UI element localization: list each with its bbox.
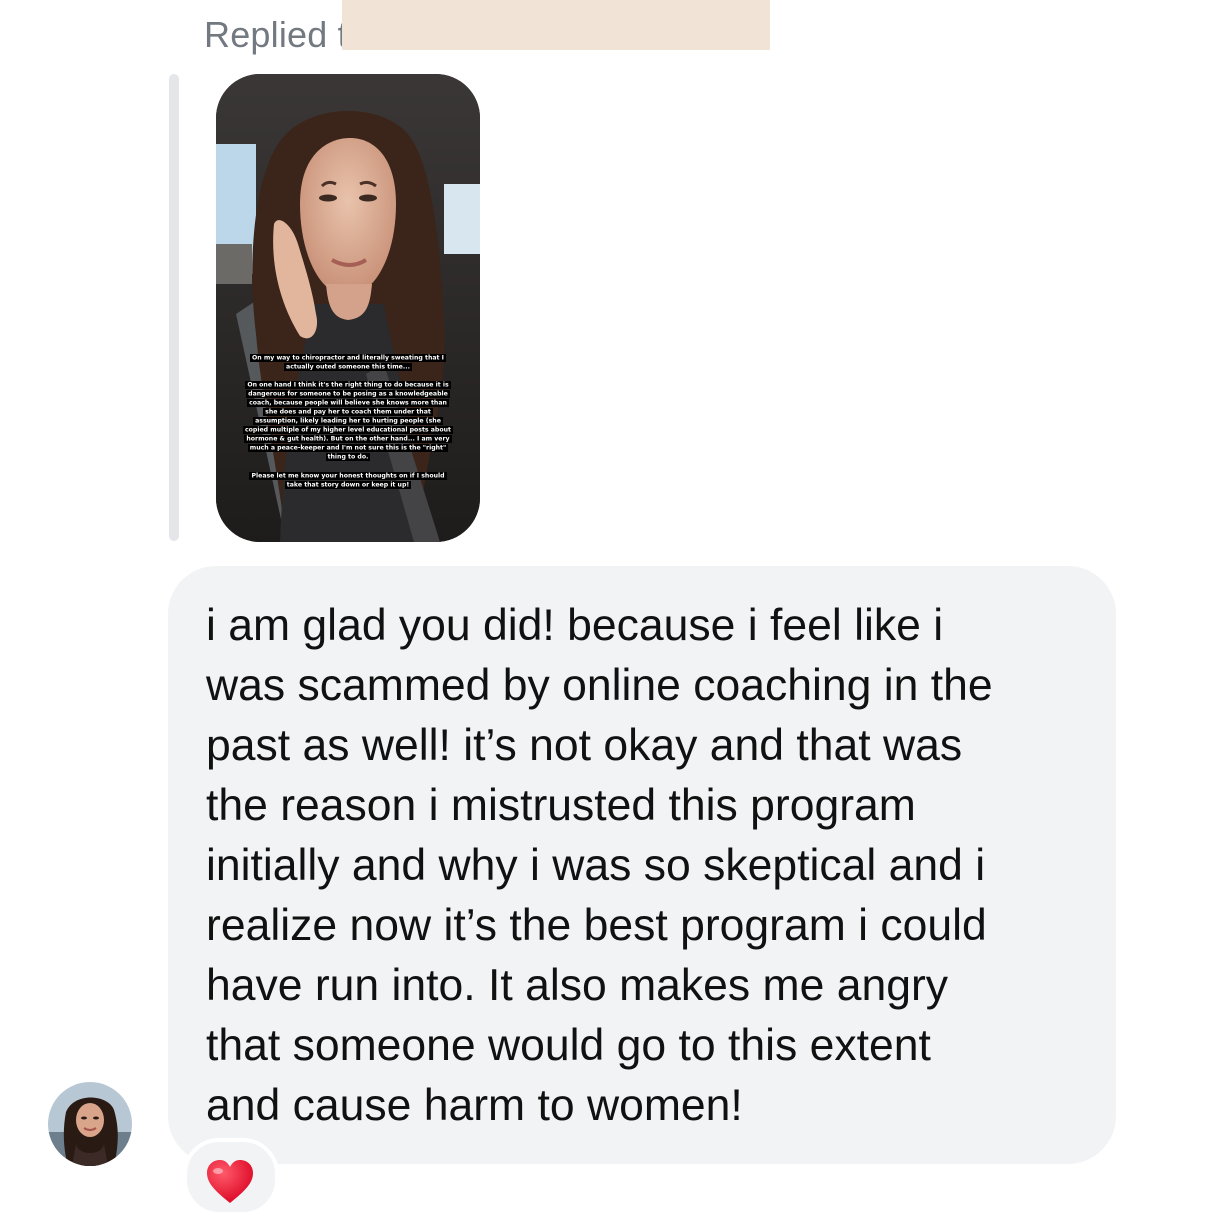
message-line: the reason i mistrusted this program [206, 781, 916, 830]
redacted-username [342, 0, 770, 50]
replied-to-label: Replied t [204, 14, 348, 55]
message-line: have run into. It also makes me angry [206, 961, 949, 1010]
message-line: realize now it’s the best program i coul… [206, 901, 987, 950]
sender-avatar[interactable] [48, 1082, 132, 1166]
message-line: was scammed by online coaching in the [206, 661, 993, 710]
message-line: i am glad you did! because i feel like i [206, 601, 944, 650]
replied-story-thumbnail[interactable]: On my way to chiropractor and literally … [216, 74, 480, 542]
reaction-pill[interactable] [183, 1138, 279, 1216]
message-line: initially and why i was so skeptical and… [206, 841, 986, 890]
story-caption-question: Please let me know your honest thoughts … [249, 471, 447, 489]
reply-quote-bar [169, 74, 179, 541]
message-line: past as well! it’s not okay and that was [206, 721, 963, 770]
message-line: and cause harm to women! [206, 1081, 743, 1130]
story-caption-intro: On my way to chiropractor and literally … [250, 353, 446, 371]
story-caption-body: On one hand I think it's the right thing… [243, 380, 453, 461]
message-line: that someone would go to this extent [206, 1021, 931, 1070]
message-text: i am glad you did! because i feel like i… [206, 596, 1102, 1136]
red-heart-icon [207, 1160, 253, 1203]
